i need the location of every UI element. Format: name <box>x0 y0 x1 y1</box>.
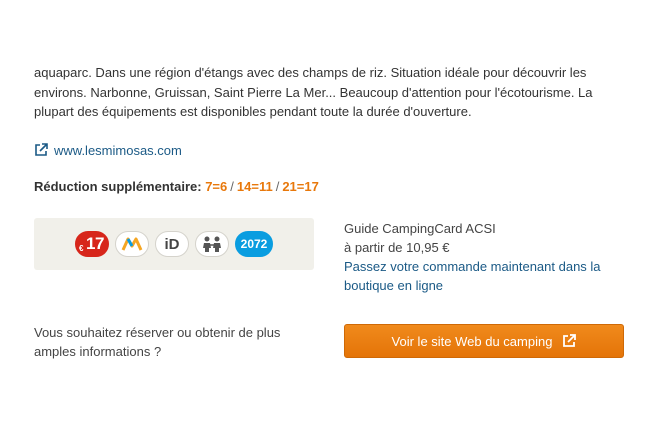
external-link-icon <box>35 143 48 156</box>
external-link-icon <box>563 334 577 347</box>
booking-question: Vous souhaitez réserver ou obtenir de pl… <box>34 325 281 359</box>
guide-price: à partir de 10,95 € <box>344 240 450 255</box>
logo-badge <box>115 231 149 257</box>
price-value: 17 <box>86 234 104 253</box>
reduction-separator: / <box>230 179 234 194</box>
visit-website-button-label: Voir le site Web du camping <box>391 333 553 349</box>
id-badge: iD <box>155 231 189 257</box>
number-badge: 2072 <box>235 231 273 257</box>
reduction-label: Réduction supplémentaire: <box>34 179 202 194</box>
website-link-label: www.lesmimosas.com <box>54 142 182 158</box>
guide-title: Guide CampingCard ACSI <box>344 221 496 236</box>
facility-badges-panel: € 17 iD 2072 <box>34 218 314 270</box>
campsite-description: aquaparc. Dans une région d'étangs avec … <box>34 65 593 119</box>
reduction-separator: / <box>275 179 280 194</box>
reduction-code: 7=6 <box>205 179 228 194</box>
order-link[interactable]: Passez votre commande maintenant dans la… <box>344 259 601 293</box>
reduction-line: Réduction supplémentaire: 7=6/14=11/21=1… <box>34 179 319 194</box>
reduction-code: 14=11 <box>236 179 273 194</box>
id-badge-text: iD <box>164 235 180 253</box>
family-icon <box>203 236 221 252</box>
family-badge <box>195 231 229 257</box>
guide-info: Guide CampingCard ACSI à partir de 10,95… <box>344 219 634 295</box>
price-badge: € 17 <box>75 231 109 257</box>
visit-website-button[interactable]: Voir le site Web du camping <box>344 324 624 358</box>
euro-symbol: € <box>79 244 84 253</box>
mountain-m-icon <box>121 237 143 251</box>
reduction-code: 21=17 <box>282 179 319 194</box>
website-link[interactable]: www.lesmimosas.com <box>34 141 182 159</box>
